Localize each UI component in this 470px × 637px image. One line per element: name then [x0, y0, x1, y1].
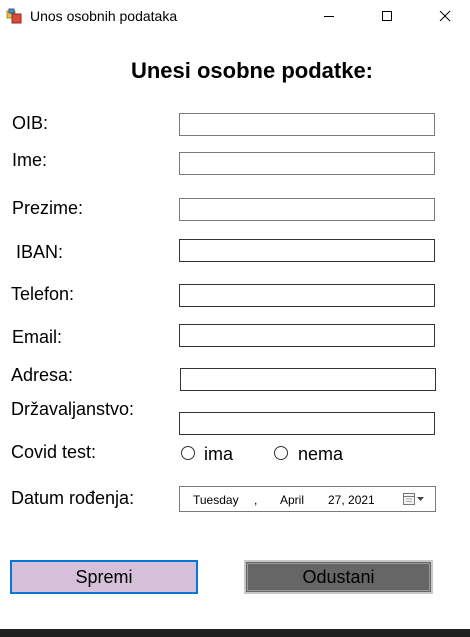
form-heading: Unesi osobne podatke: [130, 58, 374, 83]
covid-nema-label[interactable]: nema [298, 443, 343, 465]
telefon-label: Telefon: [11, 284, 75, 304]
date-month[interactable]: April [280, 493, 304, 507]
form-app-icon[interactable] [6, 8, 22, 24]
prezime-label: Prezime: [12, 198, 84, 218]
cancel-button[interactable]: Odustani [244, 560, 433, 594]
cancel-button-label: Odustani [302, 566, 375, 587]
minimize-button[interactable] [306, 0, 352, 32]
minimize-icon [324, 16, 334, 17]
date-weekday[interactable]: Tuesday [193, 493, 239, 507]
birth-date-picker[interactable]: Tuesday , April 27, 2021 [179, 486, 436, 512]
maximize-icon [382, 11, 392, 21]
email-field[interactable] [179, 324, 435, 347]
telefon-field[interactable] [179, 284, 435, 307]
covid-ima-radio[interactable] [181, 446, 195, 460]
save-button-label: Spremi [75, 566, 133, 587]
date-separator: , [254, 493, 258, 507]
date-day-year[interactable]: 27, 2021 [328, 493, 375, 507]
prezime-field[interactable] [179, 198, 435, 221]
adresa-label: Adresa: [11, 365, 74, 385]
oib-field[interactable] [179, 113, 435, 136]
bottom-edge [0, 629, 470, 637]
adresa-field[interactable] [180, 368, 436, 391]
email-label: Email: [12, 327, 63, 347]
oib-label: OIB: [12, 113, 49, 133]
close-icon [439, 10, 451, 22]
close-button[interactable] [422, 0, 468, 32]
datum-rodjenja-label: Datum rođenja: [11, 488, 135, 508]
ime-label: Ime: [12, 150, 48, 170]
maximize-button[interactable] [364, 0, 410, 32]
iban-field[interactable] [179, 239, 435, 262]
drzavljanstvo-field[interactable] [179, 412, 435, 435]
save-button[interactable]: Spremi [10, 560, 198, 594]
calendar-dropdown-icon[interactable] [402, 492, 426, 509]
covid-ima-label[interactable]: ima [204, 443, 233, 465]
ime-field[interactable] [179, 152, 435, 175]
window-title: Unos osobnih podataka [30, 8, 178, 24]
covid-test-label: Covid test: [11, 442, 97, 462]
title-bar[interactable]: Unos osobnih podataka [0, 0, 470, 32]
drzavljanstvo-label: Državaljanstvo: [11, 399, 135, 419]
iban-label: IBAN: [16, 242, 64, 262]
covid-nema-radio[interactable] [274, 446, 288, 460]
